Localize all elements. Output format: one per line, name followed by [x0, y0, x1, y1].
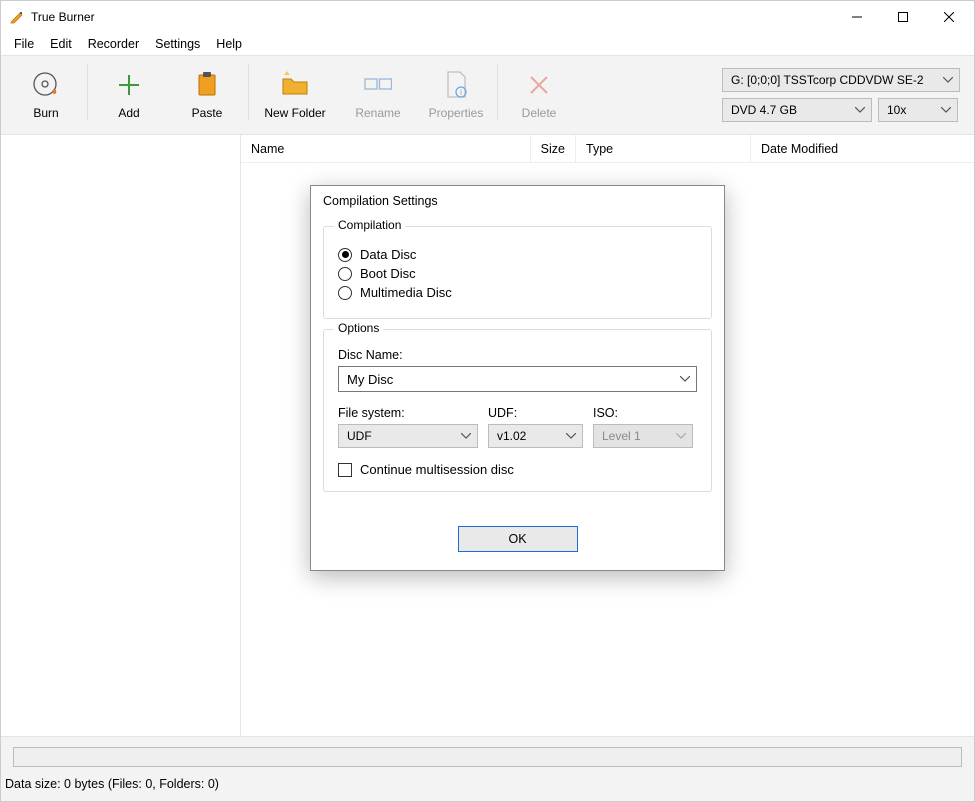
device-select[interactable]: G: [0;0;0] TSSTcorp CDDVDW SE-2	[722, 68, 960, 92]
udf-select[interactable]: v1.02	[488, 424, 583, 448]
device-value: G: [0;0;0] TSSTcorp CDDVDW SE-2	[731, 73, 924, 87]
checkbox-icon	[338, 463, 352, 477]
udf-value: v1.02	[497, 429, 526, 443]
group-options-label: Options	[334, 321, 383, 335]
maximize-button[interactable]	[880, 1, 926, 33]
iso-label: ISO:	[593, 406, 693, 420]
group-options: Options Disc Name: My Disc File system: …	[323, 329, 712, 492]
chevron-down-icon	[943, 77, 953, 83]
fs-label: File system:	[338, 406, 478, 420]
tree-pane[interactable]	[1, 135, 241, 736]
column-type[interactable]: Type	[576, 135, 751, 162]
chevron-down-icon	[676, 433, 686, 439]
radio-boot-disc[interactable]: Boot Disc	[338, 266, 697, 281]
plus-icon	[114, 70, 144, 100]
list-header: Name Size Type Date Modified	[241, 135, 974, 163]
titlebar: True Burner	[1, 1, 974, 33]
disc-name-field[interactable]: My Disc	[338, 366, 697, 392]
media-select[interactable]: DVD 4.7 GB	[722, 98, 872, 122]
radio-icon	[338, 248, 352, 262]
toolbar: Burn Add Paste New Folder	[1, 55, 974, 135]
disc-burn-icon	[31, 70, 61, 100]
statusbar: Data size: 0 bytes (Files: 0, Folders: 0…	[1, 736, 974, 801]
column-date[interactable]: Date Modified	[751, 135, 974, 162]
dialog-title: Compilation Settings	[311, 186, 724, 216]
radio-data-disc[interactable]: Data Disc	[338, 247, 697, 262]
media-value: DVD 4.7 GB	[731, 103, 797, 117]
paste-label: Paste	[192, 106, 223, 120]
burn-label: Burn	[33, 106, 58, 120]
status-text: Data size: 0 bytes (Files: 0, Folders: 0…	[1, 773, 974, 801]
column-size[interactable]: Size	[531, 135, 576, 162]
chevron-down-icon	[855, 107, 865, 113]
column-name[interactable]: Name	[241, 135, 531, 162]
menu-edit[interactable]: Edit	[42, 35, 80, 53]
menu-help[interactable]: Help	[208, 35, 250, 53]
chevron-down-icon	[461, 433, 471, 439]
iso-select: Level 1	[593, 424, 693, 448]
group-compilation: Compilation Data Disc Boot Disc Multimed…	[323, 226, 712, 319]
chevron-down-icon	[680, 376, 690, 382]
rename-label: Rename	[355, 106, 400, 120]
size-gauge	[13, 747, 962, 767]
multisession-label: Continue multisession disc	[360, 462, 514, 477]
udf-label: UDF:	[488, 406, 583, 420]
menu-settings[interactable]: Settings	[147, 35, 208, 53]
fs-select[interactable]: UDF	[338, 424, 478, 448]
group-compilation-label: Compilation	[334, 218, 405, 232]
properties-icon: i	[441, 70, 471, 100]
minimize-button[interactable]	[834, 1, 880, 33]
iso-value: Level 1	[602, 429, 641, 443]
chevron-down-icon	[941, 107, 951, 113]
properties-button[interactable]: i Properties	[417, 64, 495, 126]
radio-icon	[338, 267, 352, 281]
chevron-down-icon	[566, 433, 576, 439]
speed-value: 10x	[887, 103, 906, 117]
radio-mm-label: Multimedia Disc	[360, 285, 452, 300]
add-button[interactable]: Add	[90, 64, 168, 126]
radio-data-label: Data Disc	[360, 247, 416, 262]
menu-file[interactable]: File	[6, 35, 42, 53]
ok-button[interactable]: OK	[458, 526, 578, 552]
ok-label: OK	[508, 532, 526, 546]
menu-bar: File Edit Recorder Settings Help	[1, 33, 974, 55]
new-folder-icon	[280, 70, 310, 100]
add-label: Add	[118, 106, 139, 120]
clipboard-icon	[192, 70, 222, 100]
disc-name-label: Disc Name:	[338, 348, 697, 362]
delete-label: Delete	[522, 106, 557, 120]
svg-text:i: i	[460, 88, 462, 97]
menu-recorder[interactable]: Recorder	[80, 35, 147, 53]
compilation-settings-dialog: Compilation Settings Compilation Data Di…	[310, 185, 725, 571]
multisession-checkbox[interactable]: Continue multisession disc	[338, 462, 697, 477]
radio-icon	[338, 286, 352, 300]
x-icon	[524, 70, 554, 100]
burn-button[interactable]: Burn	[7, 64, 85, 126]
radio-multimedia-disc[interactable]: Multimedia Disc	[338, 285, 697, 300]
properties-label: Properties	[429, 106, 484, 120]
window-controls	[834, 1, 972, 33]
speed-select[interactable]: 10x	[878, 98, 958, 122]
rename-button[interactable]: Rename	[339, 64, 417, 126]
app-icon	[9, 9, 25, 25]
delete-button[interactable]: Delete	[500, 64, 578, 126]
rename-icon	[363, 70, 393, 100]
app-title: True Burner	[31, 10, 95, 24]
paste-button[interactable]: Paste	[168, 64, 246, 126]
disc-name-value: My Disc	[347, 372, 393, 387]
new-folder-button[interactable]: New Folder	[251, 64, 339, 126]
fs-value: UDF	[347, 429, 372, 443]
drive-panel: G: [0;0;0] TSSTcorp CDDVDW SE-2 DVD 4.7 …	[714, 64, 968, 126]
radio-boot-label: Boot Disc	[360, 266, 416, 281]
new-folder-label: New Folder	[264, 106, 325, 120]
close-button[interactable]	[926, 1, 972, 33]
